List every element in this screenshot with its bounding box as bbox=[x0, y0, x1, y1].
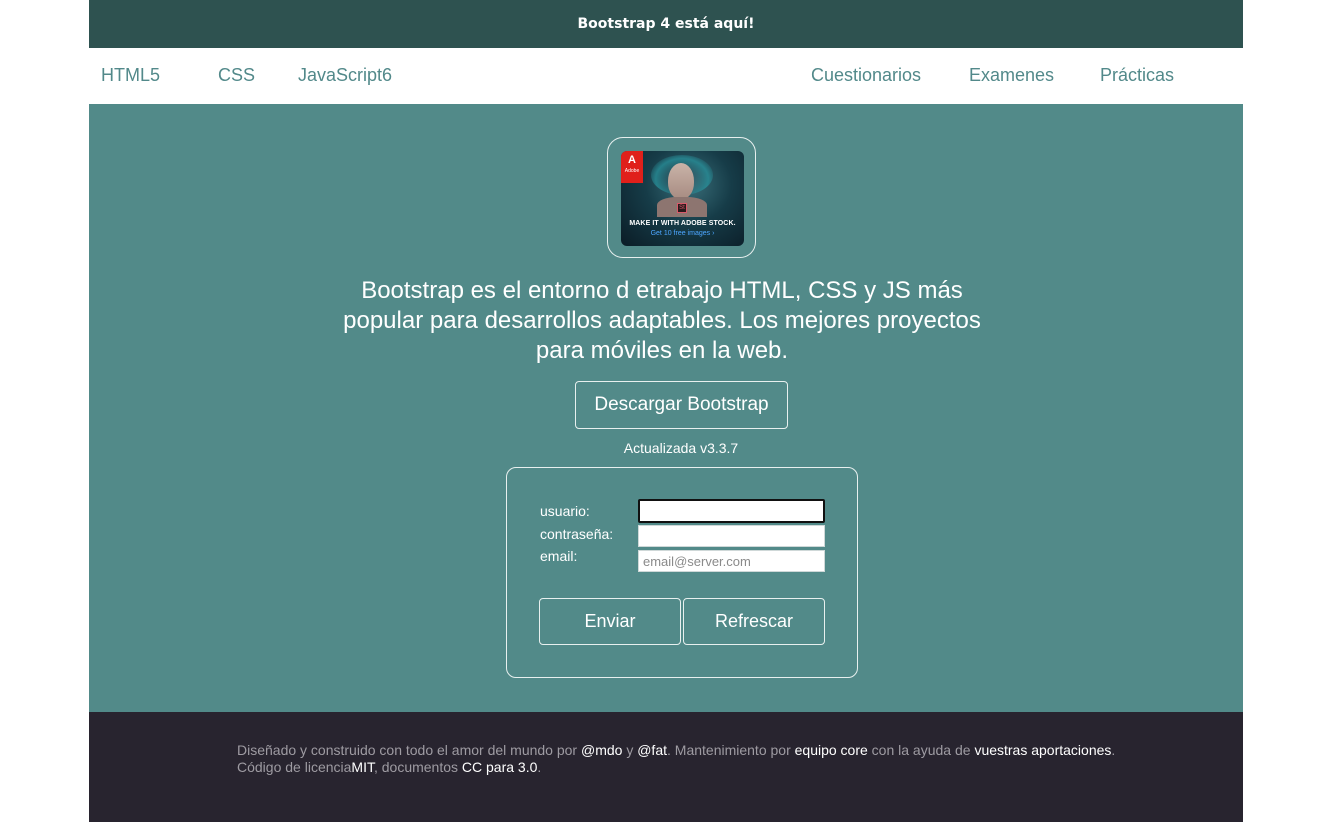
nav-link-examenes[interactable]: Examenes bbox=[969, 65, 1054, 86]
footer-link-core-team[interactable]: equipo core bbox=[795, 742, 868, 758]
nav-link-javascript6[interactable]: JavaScript6 bbox=[298, 65, 392, 86]
nav-link-cuestionarios[interactable]: Cuestionarios bbox=[811, 65, 921, 86]
footer-text-1: Diseñado y construido con todo el amor d… bbox=[237, 742, 581, 758]
announcement-banner: Bootstrap 4 está aquí! bbox=[89, 0, 1243, 48]
page: Bootstrap 4 está aquí! HTML5 CSS JavaScr… bbox=[89, 0, 1243, 822]
footer-text: Diseñado y construido con todo el amor d… bbox=[237, 742, 1117, 776]
footer-text-6: Código de licencia bbox=[237, 759, 352, 775]
password-input[interactable] bbox=[638, 525, 825, 547]
hero-description: Bootstrap es el entorno d etrabajo HTML,… bbox=[343, 277, 981, 364]
hero-section: St A Adobe MAKE IT WITH ADOBE STOCK. Get… bbox=[89, 104, 1243, 712]
footer: Diseñado y construido con todo el amor d… bbox=[89, 712, 1243, 822]
ad-headline: MAKE IT WITH ADOBE STOCK. bbox=[629, 220, 736, 227]
nav-link-html5[interactable]: HTML5 bbox=[101, 65, 160, 86]
password-label: contraseña: bbox=[540, 526, 614, 542]
adobe-stock-ad[interactable]: St A Adobe MAKE IT WITH ADOBE STOCK. Get… bbox=[621, 151, 744, 246]
footer-text-8: . bbox=[537, 759, 542, 775]
footer-link-mdo[interactable]: @mdo bbox=[581, 742, 622, 758]
email-label: email: bbox=[540, 548, 578, 564]
footer-text-2: y bbox=[622, 742, 638, 758]
version-text: Actualizada v3.3.7 bbox=[623, 440, 739, 456]
user-input[interactable] bbox=[638, 499, 825, 523]
ad-face-graphic bbox=[668, 163, 694, 199]
adobe-logo-icon: A Adobe bbox=[621, 151, 643, 183]
email-input[interactable] bbox=[638, 550, 825, 572]
footer-text-7: , documentos bbox=[373, 759, 462, 775]
reset-button[interactable]: Refrescar bbox=[683, 598, 825, 645]
banner-text: Bootstrap 4 está aquí! bbox=[577, 16, 755, 32]
ad-cta: Get 10 free images › bbox=[650, 230, 715, 237]
download-bootstrap-button[interactable]: Descargar Bootstrap bbox=[575, 381, 788, 429]
navbar: HTML5 CSS JavaScript6 Cuestionarios Exam… bbox=[89, 48, 1243, 104]
footer-link-cc[interactable]: CC para 3.0 bbox=[462, 759, 537, 775]
ad-frame: St A Adobe MAKE IT WITH ADOBE STOCK. Get… bbox=[607, 137, 756, 258]
submit-button[interactable]: Enviar bbox=[539, 598, 681, 645]
footer-text-3: . Mantenimiento por bbox=[667, 742, 795, 758]
adobe-stock-icon: St bbox=[677, 203, 687, 213]
user-label: usuario: bbox=[540, 503, 590, 519]
footer-link-fat[interactable]: @fat bbox=[637, 742, 667, 758]
footer-link-mit[interactable]: MIT bbox=[351, 759, 374, 775]
nav-link-css[interactable]: CSS bbox=[218, 65, 255, 86]
nav-link-practicas[interactable]: Prácticas bbox=[1100, 65, 1174, 86]
adobe-logo-letter: A bbox=[628, 154, 636, 166]
adobe-logo-word: Adobe bbox=[624, 168, 640, 174]
footer-text-4: con la ayuda de bbox=[867, 742, 975, 758]
footer-link-contributions[interactable]: vuestras aportaciones bbox=[974, 742, 1111, 758]
login-form: usuario: contraseña: email: Enviar Refre… bbox=[506, 467, 858, 678]
footer-text-5: . bbox=[1111, 742, 1116, 758]
